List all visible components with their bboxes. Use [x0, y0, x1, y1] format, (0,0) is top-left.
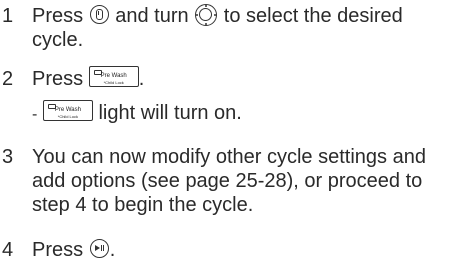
- power-button-icon: [89, 5, 109, 25]
- child-lock-label: *Child Lock: [57, 114, 78, 120]
- step-1: 1 Press and turn to select the desired c…: [0, 3, 460, 52]
- step-text: Press .: [32, 238, 115, 262]
- pre-wash-label: Pre Wash: [100, 73, 127, 80]
- step-text-segment: step 4 to begin the cycle.: [32, 194, 254, 216]
- step-text-segment: Press: [32, 239, 84, 261]
- cycle-dial-icon: [195, 3, 218, 26]
- step-text-segment: Press: [32, 5, 84, 27]
- pre-wash-button-icon: Pre Wash *Child Lock: [42, 100, 93, 122]
- pre-wash-button-icon: Pre Wash *Child Lock: [88, 66, 139, 88]
- substep-text: light will turn on.: [98, 102, 242, 124]
- step-text: Press Pre Wash *Child Lock .: [32, 66, 145, 91]
- step-2-substep: - Pre Wash *Child Lock light will turn o…: [32, 100, 242, 127]
- step-text-segment: cycle.: [32, 29, 84, 51]
- step-text-segment: .: [109, 239, 116, 261]
- step-number: 1: [2, 5, 14, 27]
- step-text-segment: .: [138, 68, 145, 90]
- step-number: 2: [2, 68, 14, 90]
- step-text-segment: add options (see page 25-28), or proceed…: [32, 170, 423, 192]
- step-text-segment: to select the desired: [223, 5, 403, 27]
- pre-wash-label: Pre Wash: [54, 107, 81, 114]
- step-3: 3 You can now modify other cycle setting…: [0, 145, 460, 217]
- start-pause-icon: [89, 239, 109, 259]
- step-text-segment: and turn: [115, 5, 189, 27]
- substep-dash: -: [32, 106, 38, 123]
- step-number: 3: [2, 146, 14, 168]
- step-text: You can now modify other cycle settings …: [32, 145, 426, 217]
- step-4: 4 Press .: [0, 238, 460, 266]
- step-text-segment: You can now modify other cycle settings …: [32, 146, 426, 168]
- step-text: Press and turn to select the desired cyc…: [32, 3, 403, 52]
- child-lock-label: *Child Lock: [103, 80, 124, 86]
- instruction-page: 1 Press and turn to select the desired c…: [0, 0, 460, 273]
- step-number: 4: [2, 239, 14, 261]
- step-text-segment: Press: [32, 68, 84, 90]
